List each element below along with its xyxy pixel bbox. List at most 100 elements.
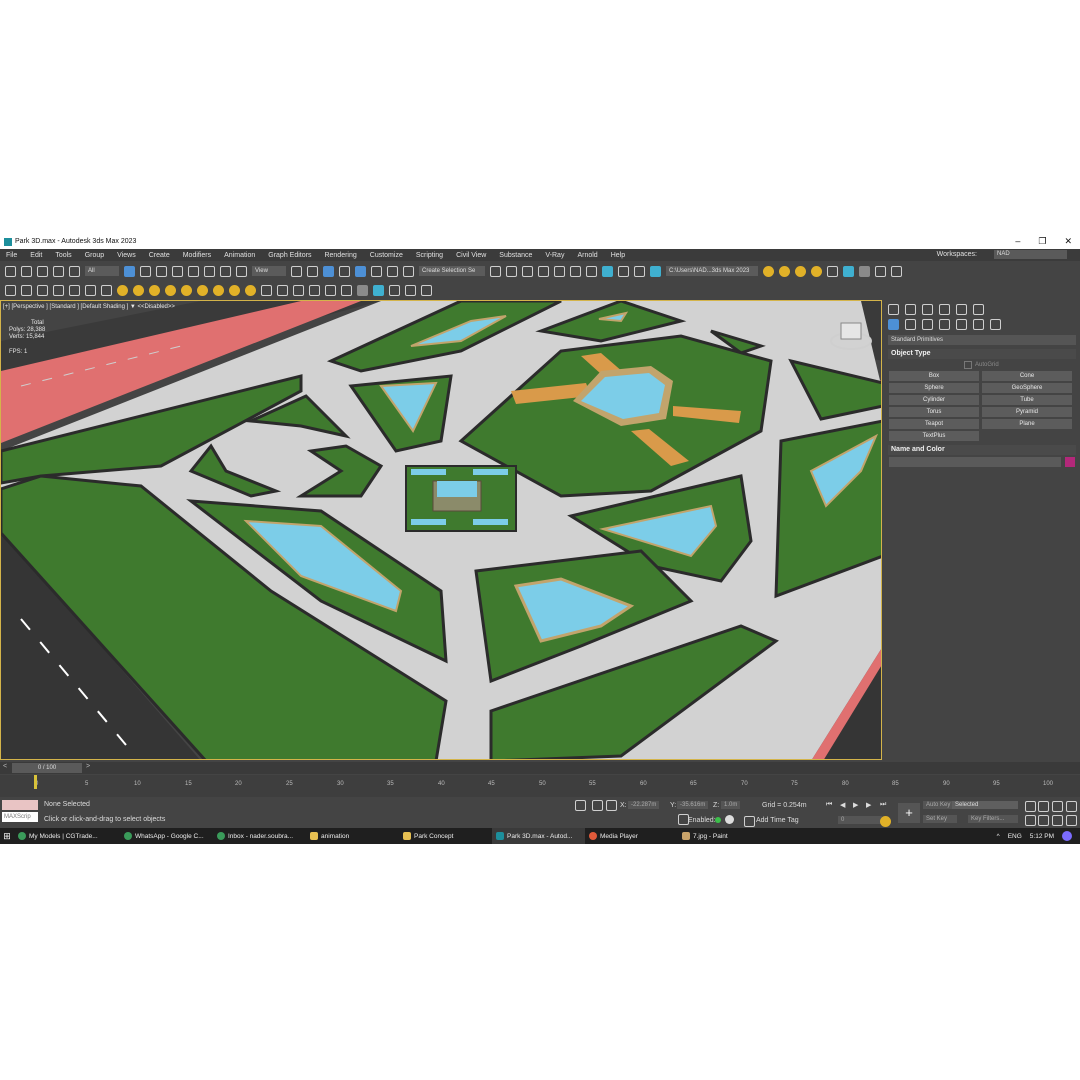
vray-frame-buffer-icon[interactable] (827, 265, 838, 277)
object-type-rollout[interactable]: Object Type (888, 349, 1076, 359)
utilities-tab-icon[interactable] (973, 304, 984, 315)
menu-edit[interactable]: Edit (30, 252, 42, 259)
undo-icon[interactable] (5, 265, 16, 277)
angle-snap-icon[interactable] (355, 265, 366, 277)
cameras-icon[interactable] (939, 319, 950, 330)
prev-frame-arrow-icon[interactable]: < (3, 763, 7, 770)
vray-plane-icon[interactable] (69, 284, 80, 296)
taskbar-item-media-player[interactable]: Media Player (585, 828, 678, 844)
rendered-frame-window-icon[interactable] (634, 265, 645, 277)
taskbar-item-park-concept[interactable]: Park Concept (399, 828, 492, 844)
box-button[interactable]: Box (889, 371, 979, 381)
goto-end-icon[interactable]: ⏭ (880, 801, 886, 809)
track-bar[interactable]: 0 5 10 15 20 25 30 35 40 45 50 55 60 65 … (0, 775, 1080, 797)
viewport-label[interactable]: [+] [Perspective ] [Standard ] [Default … (3, 304, 175, 310)
redo-icon[interactable] (21, 265, 32, 277)
cylinder-button[interactable]: Cylinder (889, 395, 979, 405)
add-time-tag-label[interactable]: Add Time Tag (756, 817, 799, 824)
vray-light-lister-icon[interactable] (229, 284, 240, 296)
time-tag-icon[interactable] (725, 815, 734, 824)
arnold-render-icon[interactable] (763, 265, 774, 277)
select-object-icon[interactable] (124, 265, 135, 277)
y-coordinate-field[interactable]: -35.616m (677, 801, 709, 809)
link-icon[interactable] (37, 265, 48, 277)
vray-logo-icon[interactable] (421, 284, 432, 296)
menu-rendering[interactable]: Rendering (324, 252, 356, 259)
menu-animation[interactable]: Animation (224, 252, 255, 259)
zoom-all-icon[interactable] (1038, 801, 1049, 812)
sphere-button[interactable]: Sphere (889, 383, 979, 393)
vray-scatter-icon[interactable] (293, 284, 304, 296)
create-tab-icon[interactable] (888, 304, 899, 315)
selection-lock-icon[interactable] (592, 800, 603, 811)
current-frame-field[interactable]: 0 (838, 816, 882, 824)
notification-icon[interactable] (1062, 831, 1072, 841)
name-and-color-rollout[interactable]: Name and Color (888, 445, 1076, 455)
menu-file[interactable]: File (6, 252, 17, 259)
select-by-name-icon[interactable] (140, 265, 151, 277)
schematic-view-icon[interactable] (586, 265, 597, 277)
cone-button[interactable]: Cone (982, 371, 1072, 381)
vray-sphere-icon[interactable] (21, 284, 32, 296)
edit-named-selection-icon[interactable] (403, 265, 414, 277)
next-key-icon[interactable]: ▶ (866, 801, 871, 809)
render-setup-icon[interactable] (618, 265, 629, 277)
helpers-icon[interactable] (956, 319, 967, 330)
key-mode-dropdown[interactable]: Selected (952, 801, 1018, 809)
vray-sun-icon[interactable] (149, 284, 160, 296)
vray-sun-position-icon[interactable] (245, 284, 256, 296)
textplus-button[interactable]: TextPlus (889, 431, 979, 441)
rectangular-selection-icon[interactable] (156, 265, 167, 277)
vray-ies-light-icon[interactable] (165, 284, 176, 296)
bind-spacewarp-icon[interactable] (69, 265, 80, 277)
arnold-batch-icon[interactable] (795, 265, 806, 277)
menu-group[interactable]: Group (85, 252, 104, 259)
torus-button[interactable]: Torus (889, 407, 979, 417)
vray-light-icon[interactable] (197, 284, 208, 296)
windows-start-icon[interactable]: ⊞ (0, 831, 14, 842)
key-filters-button[interactable]: Key Filters... (968, 815, 1018, 823)
place-icon[interactable] (236, 265, 247, 277)
menu-civil-view[interactable]: Civil View (456, 252, 486, 259)
lights-icon[interactable] (922, 319, 933, 330)
reference-coordinate-dropdown[interactable]: View (252, 266, 286, 276)
menu-create[interactable]: Create (149, 252, 170, 259)
render-production-icon[interactable] (650, 265, 661, 277)
motion-tab-icon[interactable] (939, 304, 950, 315)
taskbar-item-cgtrader[interactable]: My Models | CGTrade... (14, 828, 120, 844)
taskbar-item-paint[interactable]: 7.jpg - Paint (678, 828, 771, 844)
teapot-button[interactable]: Teapot (889, 419, 979, 429)
rotate-icon[interactable] (204, 265, 215, 277)
menu-substance[interactable]: Substance (499, 252, 532, 259)
align-icon[interactable] (506, 265, 517, 277)
menu-graph-editors[interactable]: Graph Editors (268, 252, 311, 259)
vray-physical-camera-icon[interactable] (261, 284, 272, 296)
close-button[interactable]: ✕ (1064, 236, 1072, 247)
taskbar-item-inbox[interactable]: Inbox - nader.soubra... (213, 828, 306, 844)
current-frame-marker[interactable] (34, 775, 37, 789)
time-configuration-icon[interactable] (880, 816, 891, 827)
named-selection-set-dropdown[interactable]: Create Selection Se (419, 266, 485, 276)
zoom-extents-all-icon[interactable] (1066, 801, 1077, 812)
menu-help[interactable]: Help (611, 252, 625, 259)
vray-light-select-icon[interactable] (213, 284, 224, 296)
pan-view-icon[interactable] (1038, 815, 1049, 826)
move-icon[interactable] (188, 265, 199, 277)
maxscript-listener-input[interactable]: MAXScrip (2, 812, 38, 822)
arnold-light-icon[interactable] (811, 265, 822, 277)
vray-proxy-icon[interactable] (37, 284, 48, 296)
toggle-ribbon-icon[interactable] (554, 265, 565, 277)
geosphere-button[interactable]: GeoSphere (982, 383, 1072, 393)
display-tab-icon[interactable] (956, 304, 967, 315)
orbit-icon[interactable] (1052, 815, 1063, 826)
window-crossing-icon[interactable] (172, 265, 183, 277)
vray-enmesh-icon[interactable] (341, 284, 352, 296)
vray-spot-light-icon[interactable] (117, 284, 128, 296)
options-icon[interactable] (859, 265, 870, 277)
menu-vray[interactable]: V-Ray (545, 252, 564, 259)
select-manipulate-icon[interactable] (307, 265, 318, 277)
vray-grass-icon[interactable] (325, 284, 336, 296)
maximize-viewport-icon[interactable] (1066, 815, 1077, 826)
vray-material-ball-icon[interactable] (357, 284, 368, 296)
scale-icon[interactable] (220, 265, 231, 277)
